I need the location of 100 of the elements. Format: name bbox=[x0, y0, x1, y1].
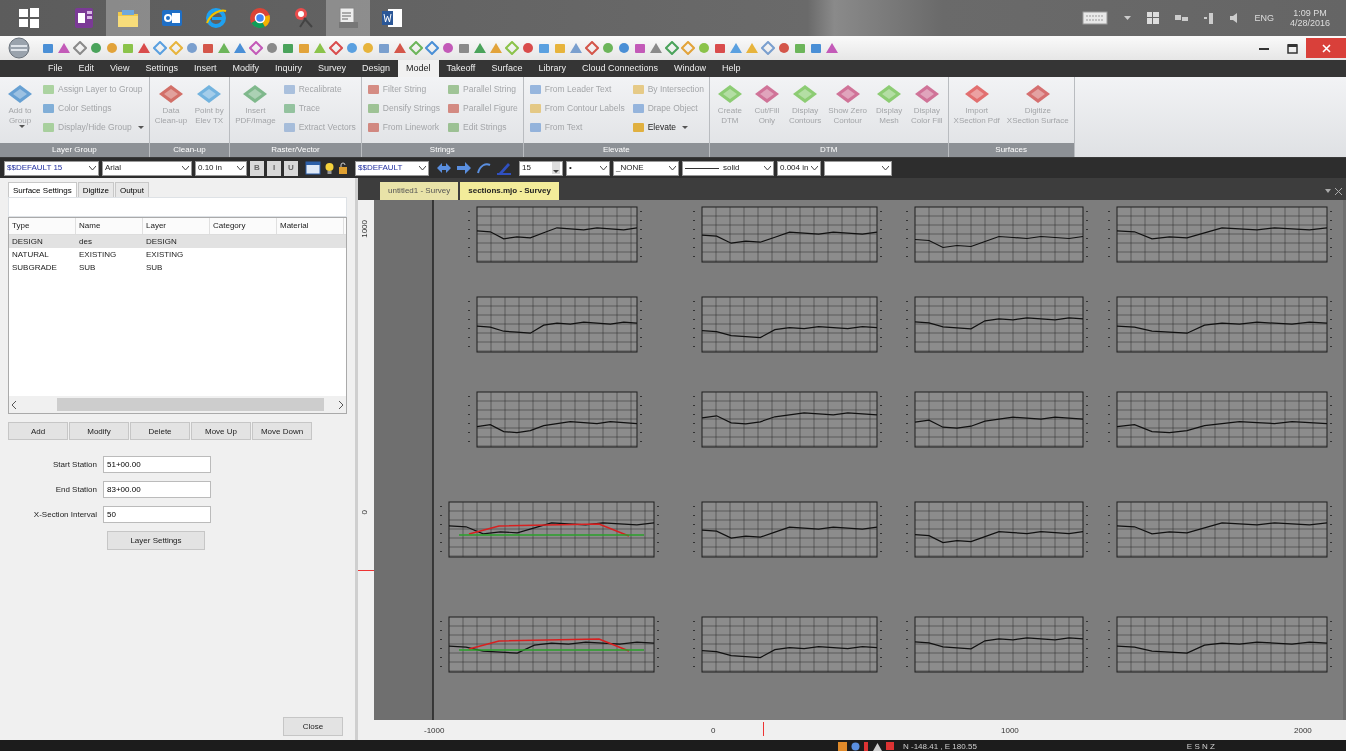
table-row[interactable]: SUBGRADE SUB SUB bbox=[9, 261, 346, 275]
action-button[interactable]: Move Up bbox=[191, 422, 251, 441]
clock-date[interactable]: 4/28/2016 bbox=[1289, 18, 1330, 29]
menu-tab[interactable]: Inquiry bbox=[266, 60, 310, 77]
dropdown[interactable]: 0.004 in bbox=[777, 160, 821, 176]
toolbar-button[interactable] bbox=[264, 41, 280, 55]
scroll-right-icon[interactable] bbox=[338, 400, 343, 409]
double-arrow-icon[interactable] bbox=[436, 161, 452, 175]
toolbar-button[interactable] bbox=[600, 41, 616, 55]
menu-tab[interactable]: Modify bbox=[224, 60, 267, 77]
marker-icon[interactable] bbox=[864, 742, 869, 751]
toolbar-button[interactable] bbox=[408, 41, 424, 55]
format-toggle-button[interactable]: B bbox=[250, 160, 264, 176]
toolbar-button[interactable] bbox=[312, 41, 328, 55]
menu-tab[interactable]: View bbox=[102, 60, 138, 77]
menu-tab[interactable]: Help bbox=[714, 60, 749, 77]
dropdown[interactable]: $$DEFAULT 15 bbox=[4, 160, 99, 176]
menu-tab[interactable]: Model bbox=[398, 60, 439, 77]
menu-tab[interactable]: Takeoff bbox=[438, 60, 484, 77]
toolbar-button[interactable] bbox=[216, 41, 232, 55]
toolbar-button[interactable] bbox=[536, 41, 552, 55]
menu-tab[interactable]: Cloud Connections bbox=[573, 60, 666, 77]
toolbar-button[interactable] bbox=[40, 41, 56, 55]
input-field[interactable]: 50 bbox=[103, 506, 211, 524]
toolbar-button[interactable] bbox=[472, 41, 488, 55]
toolbar-button[interactable] bbox=[584, 41, 600, 55]
toolbar-button[interactable] bbox=[712, 41, 728, 55]
taskbar-button[interactable] bbox=[326, 0, 370, 36]
toolbar-button[interactable] bbox=[488, 41, 504, 55]
toolbar-button[interactable] bbox=[824, 41, 840, 55]
toolbar-button[interactable] bbox=[136, 41, 152, 55]
menu-tab[interactable]: File bbox=[40, 60, 71, 77]
toolbar-button[interactable] bbox=[728, 41, 744, 55]
dropdown[interactable]: _NONE bbox=[613, 160, 679, 176]
toolbar-button[interactable] bbox=[664, 41, 680, 55]
panel-tab[interactable]: Output bbox=[114, 182, 149, 198]
toolbar-button[interactable] bbox=[504, 41, 520, 55]
toolbar-button[interactable] bbox=[120, 41, 136, 55]
menu-tab[interactable]: Insert bbox=[185, 60, 225, 77]
toolbar-button[interactable] bbox=[680, 41, 696, 55]
right-arrow-icon[interactable] bbox=[456, 161, 472, 175]
format-toggle-button[interactable]: I bbox=[267, 160, 281, 176]
column-header[interactable]: Type bbox=[9, 218, 76, 235]
toolbar-button[interactable] bbox=[392, 41, 408, 55]
padlock-icon[interactable] bbox=[338, 162, 348, 174]
layer-settings-button[interactable]: Layer Settings bbox=[107, 531, 205, 551]
clock-time[interactable]: 1:09 PM bbox=[1289, 7, 1330, 18]
dropdown[interactable]: solid bbox=[682, 160, 774, 176]
light-bulb-icon[interactable] bbox=[325, 161, 334, 175]
toolbar-button[interactable] bbox=[184, 41, 200, 55]
menu-tab[interactable]: Library bbox=[530, 60, 574, 77]
dropdown-arrow-icon[interactable] bbox=[1325, 189, 1331, 193]
speaker-icon[interactable] bbox=[1230, 12, 1239, 24]
toolbar-button[interactable] bbox=[808, 41, 824, 55]
action-button[interactable]: Add bbox=[8, 422, 68, 441]
menu-tab[interactable]: Design bbox=[354, 60, 398, 77]
column-header[interactable]: Material bbox=[277, 218, 344, 235]
panel-tab[interactable]: Surface Settings bbox=[8, 182, 77, 198]
toolbar-button[interactable] bbox=[456, 41, 472, 55]
toolbar-button[interactable] bbox=[296, 41, 312, 55]
dropdown[interactable]: 15 bbox=[519, 160, 563, 176]
toolbar-button[interactable] bbox=[520, 41, 536, 55]
windows-start-icon[interactable] bbox=[18, 7, 40, 29]
action-button[interactable]: Delete bbox=[130, 422, 190, 441]
toolbar-button[interactable] bbox=[200, 41, 216, 55]
toolbar-button[interactable] bbox=[648, 41, 664, 55]
document-tab[interactable]: sections.mjo - Survey bbox=[460, 182, 559, 200]
toolbar-button[interactable] bbox=[248, 41, 264, 55]
pen-icon[interactable] bbox=[496, 161, 512, 175]
close-panel-button[interactable]: Close bbox=[283, 717, 343, 736]
toolbar-button[interactable] bbox=[792, 41, 808, 55]
toolbar-button[interactable] bbox=[232, 41, 248, 55]
battery-icon[interactable] bbox=[1204, 11, 1215, 25]
action-button[interactable]: Modify bbox=[69, 422, 129, 441]
panel-tab[interactable]: Digitize bbox=[77, 182, 114, 198]
dropdown[interactable]: Arial bbox=[102, 160, 192, 176]
language-indicator[interactable]: ENG bbox=[1254, 12, 1274, 24]
snap-modes[interactable]: E S N Z bbox=[1186, 741, 1215, 751]
dropdown[interactable] bbox=[824, 160, 892, 176]
toolbar-button[interactable] bbox=[616, 41, 632, 55]
dropdown[interactable]: $$DEFAULT bbox=[355, 160, 429, 176]
toolbar-button[interactable] bbox=[152, 41, 168, 55]
toolbar-button[interactable] bbox=[760, 41, 776, 55]
table-row[interactable]: DESIGN des DESIGN bbox=[9, 235, 346, 249]
toolbar-button[interactable] bbox=[696, 41, 712, 55]
toolbar-button[interactable] bbox=[776, 41, 792, 55]
close-icon[interactable] bbox=[1335, 187, 1342, 195]
ribbon-button[interactable]: Elevate bbox=[629, 118, 706, 137]
menu-tab[interactable]: Settings bbox=[137, 60, 186, 77]
toolbar-button[interactable] bbox=[72, 41, 88, 55]
dropdown[interactable]: • bbox=[566, 160, 610, 176]
scrollbar-thumb[interactable] bbox=[57, 398, 324, 412]
toolbar-button[interactable] bbox=[632, 41, 648, 55]
toolbar-button[interactable] bbox=[104, 41, 120, 55]
keyboard-icon[interactable] bbox=[1082, 11, 1109, 25]
network-icon[interactable] bbox=[1175, 13, 1189, 23]
document-tab[interactable]: untitled1 - Survey bbox=[380, 182, 459, 200]
format-toggle-button[interactable]: U bbox=[284, 160, 298, 176]
input-field[interactable]: 83+00.00 bbox=[103, 481, 211, 499]
table-row[interactable]: NATURAL EXISTING EXISTING bbox=[9, 248, 346, 262]
